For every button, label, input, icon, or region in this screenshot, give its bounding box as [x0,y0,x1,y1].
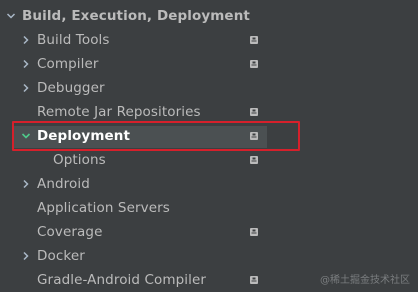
chevron-right-icon[interactable] [21,251,31,261]
project-settings-icon [250,60,258,68]
tree-node-docker[interactable]: Docker [0,244,418,268]
tree-node-label: Debugger [37,80,105,96]
tree-node-compiler[interactable]: Compiler [0,52,418,76]
tree-node-coverage[interactable]: Coverage [0,220,418,244]
tree-node-label: Android [37,176,90,192]
annotation-highlight-box [12,121,300,151]
project-settings-icon [250,36,258,44]
chevron-right-icon[interactable] [21,59,31,69]
tree-node-android[interactable]: Android [0,172,418,196]
tree-node-build-execution-deployment[interactable]: Build, Execution, Deployment [0,4,418,28]
chevron-right-icon[interactable] [21,179,31,189]
tree-node-label: Gradle-Android Compiler [37,272,207,288]
tree-node-label: Docker [37,248,85,264]
watermark: @稀土掘金技术社区 [320,275,410,286]
tree-node-label: Remote Jar Repositories [37,104,201,120]
tree-node-debugger[interactable]: Debugger [0,76,418,100]
tree-node-label: Compiler [37,56,99,72]
project-settings-icon [250,276,258,284]
chevron-right-icon[interactable] [21,83,31,93]
project-settings-icon [250,228,258,236]
tree-node-label: Build Tools [37,32,110,48]
project-settings-icon [250,108,258,116]
chevron-right-icon[interactable] [21,35,31,45]
tree-node-label: Application Servers [37,200,170,216]
chevron-down-icon[interactable] [6,11,16,21]
settings-tree: Build, Execution, Deployment Build Tools… [0,0,418,292]
tree-node-build-tools[interactable]: Build Tools [0,28,418,52]
project-settings-icon [250,156,258,164]
tree-node-application-servers[interactable]: Application Servers [0,196,418,220]
tree-node-label: Options [53,152,106,168]
tree-node-options[interactable]: Options [0,148,418,172]
tree-node-label: Coverage [37,224,103,240]
tree-node-label: Build, Execution, Deployment [22,8,250,24]
